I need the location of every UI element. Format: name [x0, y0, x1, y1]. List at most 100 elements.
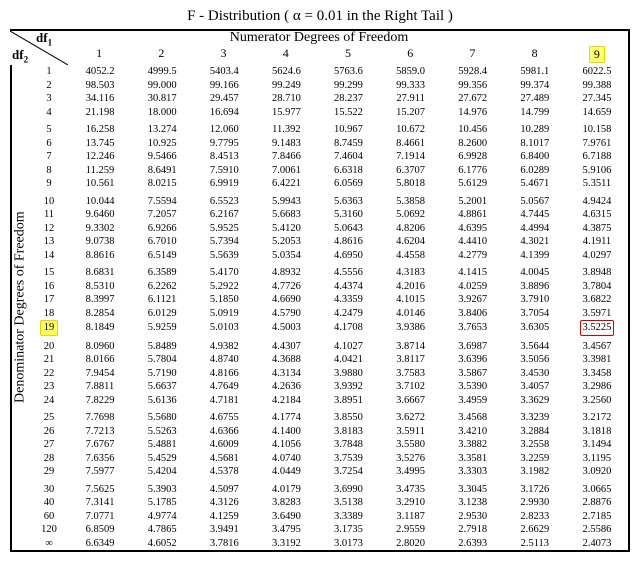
- table-cell: 4.3359: [317, 293, 379, 307]
- table-cell: 4.1056: [255, 438, 317, 452]
- table-cell: 3.3239: [504, 411, 566, 425]
- table-cell: 13.274: [131, 123, 193, 137]
- table-cell: 4.8616: [317, 235, 379, 249]
- table-cell: 5.6363: [317, 195, 379, 209]
- table-cell: 4.4307: [255, 340, 317, 354]
- table-cell: 4.6315: [566, 208, 628, 222]
- col-header: 7: [441, 46, 503, 63]
- table-row: 14052.24999.55403.45624.65763.65859.0592…: [29, 65, 628, 79]
- table-cell: 3.7254: [317, 465, 379, 479]
- table-cell: 2.6629: [504, 523, 566, 537]
- table-cell: 7.5594: [131, 195, 193, 209]
- table-cell: 3.1195: [566, 452, 628, 466]
- table-cell: 3.5971: [566, 307, 628, 321]
- table-row: 119.64607.20576.21675.66835.31605.06924.…: [29, 208, 628, 222]
- row-header: 13: [29, 235, 69, 249]
- table-row: 208.09605.84894.93824.43074.10273.87143.…: [29, 340, 628, 354]
- table-cell: 4.6755: [193, 411, 255, 425]
- table-cell: 4.6395: [442, 222, 504, 236]
- table-cell: 3.3629: [504, 394, 566, 408]
- table-cell: 4.3183: [380, 266, 442, 280]
- table-cell: 4.6204: [380, 235, 442, 249]
- table-cell: 4.2016: [380, 280, 442, 294]
- table-cell: 5624.6: [255, 65, 317, 79]
- table-cell: 3.1735: [317, 523, 379, 537]
- table-cell: 99.000: [131, 79, 193, 93]
- table-cell: 27.911: [380, 92, 442, 106]
- table-cell: 3.7910: [504, 293, 566, 307]
- table-cell: 6022.5: [566, 65, 628, 79]
- table-cell: 4.0259: [442, 280, 504, 294]
- table-cell: 5.0692: [380, 208, 442, 222]
- table-cell: 8.0960: [69, 340, 131, 354]
- table-cell: 3.4567: [566, 340, 628, 354]
- table-row: 198.18495.92595.01034.50034.17083.93863.…: [29, 320, 628, 336]
- table-cell: 4.6009: [193, 438, 255, 452]
- table-cell: 4.5790: [255, 307, 317, 321]
- table-cell: 8.6491: [131, 164, 193, 178]
- table-cell: 3.5644: [504, 340, 566, 354]
- table-cell: 4.9424: [566, 195, 628, 209]
- table-cell: 5.7394: [193, 235, 255, 249]
- table-cell: 7.5625: [69, 483, 131, 497]
- table-cell: 30.817: [131, 92, 193, 106]
- table-cell: 4.5681: [193, 452, 255, 466]
- table-cell: 5763.6: [317, 65, 379, 79]
- table-cell: 3.6396: [442, 353, 504, 367]
- table-cell: 10.044: [69, 195, 131, 209]
- table-row: 218.01665.78044.87404.36884.04213.81173.…: [29, 353, 628, 367]
- table-cell: 15.207: [380, 106, 442, 120]
- table-cell: 6.6318: [317, 164, 379, 178]
- table-cell: 10.925: [131, 137, 193, 151]
- table-row: 188.28546.01295.09194.57904.24794.01463.…: [29, 307, 628, 321]
- table-cell: 4.7726: [255, 280, 317, 294]
- table-cell: 4.5097: [193, 483, 255, 497]
- table-cell: 7.9454: [69, 367, 131, 381]
- table-cell: 28.710: [255, 92, 317, 106]
- table-cell: 4.6950: [317, 249, 379, 263]
- table-cell: 6.3589: [131, 266, 193, 280]
- corner-header: df2 df1 Numerator Degrees of Freedom 123…: [10, 29, 630, 65]
- table-cell: 5.7190: [131, 367, 193, 381]
- table-cell: 27.489: [504, 92, 566, 106]
- row-header: 19: [29, 320, 69, 336]
- table-row: 158.68316.35895.41704.89324.55564.31834.…: [29, 266, 628, 280]
- table-cell: 4.1774: [255, 411, 317, 425]
- table-cell: 3.1818: [566, 425, 628, 439]
- table-cell: 3.5225: [566, 320, 628, 336]
- table-cell: 3.2172: [566, 411, 628, 425]
- col-header: 1: [68, 46, 130, 63]
- table-cell: 3.9386: [380, 320, 442, 336]
- table-row: 516.25813.27412.06011.39210.96710.67210.…: [29, 123, 628, 137]
- table-cell: 2.5586: [566, 523, 628, 537]
- table-cell: 3.2259: [504, 452, 566, 466]
- table-cell: 3.7816: [193, 537, 255, 551]
- table-cell: 4.1027: [317, 340, 379, 354]
- table-cell: 3.4530: [504, 367, 566, 381]
- row-header: 30: [29, 483, 69, 497]
- table-row: 1010.0447.55946.55235.99435.63635.38585.…: [29, 195, 628, 209]
- table-cell: 3.4568: [442, 411, 504, 425]
- table-cell: 7.7213: [69, 425, 131, 439]
- table-cell: 4.4410: [442, 235, 504, 249]
- table-cell: 6.5523: [193, 195, 255, 209]
- table-cell: 9.7795: [193, 137, 255, 151]
- table-cell: 3.6272: [380, 411, 442, 425]
- row-header: 16: [29, 280, 69, 294]
- table-cell: 7.0771: [69, 510, 131, 524]
- table-cell: 7.1914: [380, 150, 442, 164]
- row-header: 8: [29, 164, 69, 178]
- table-cell: 4.1400: [255, 425, 317, 439]
- table-cell: 5.7804: [131, 353, 193, 367]
- table-cell: 4.3021: [504, 235, 566, 249]
- table-cell: 4.7445: [504, 208, 566, 222]
- table-cell: 99.166: [193, 79, 255, 93]
- table-cell: 13.745: [69, 137, 131, 151]
- table-cell: 27.672: [442, 92, 504, 106]
- table-cell: 5.0103: [193, 320, 255, 336]
- table-cell: 5403.4: [193, 65, 255, 79]
- table-cell: 3.1238: [442, 496, 504, 510]
- table-cell: 5.9525: [193, 222, 255, 236]
- table-cell: 5.8018: [380, 177, 442, 191]
- row-header: 3: [29, 92, 69, 106]
